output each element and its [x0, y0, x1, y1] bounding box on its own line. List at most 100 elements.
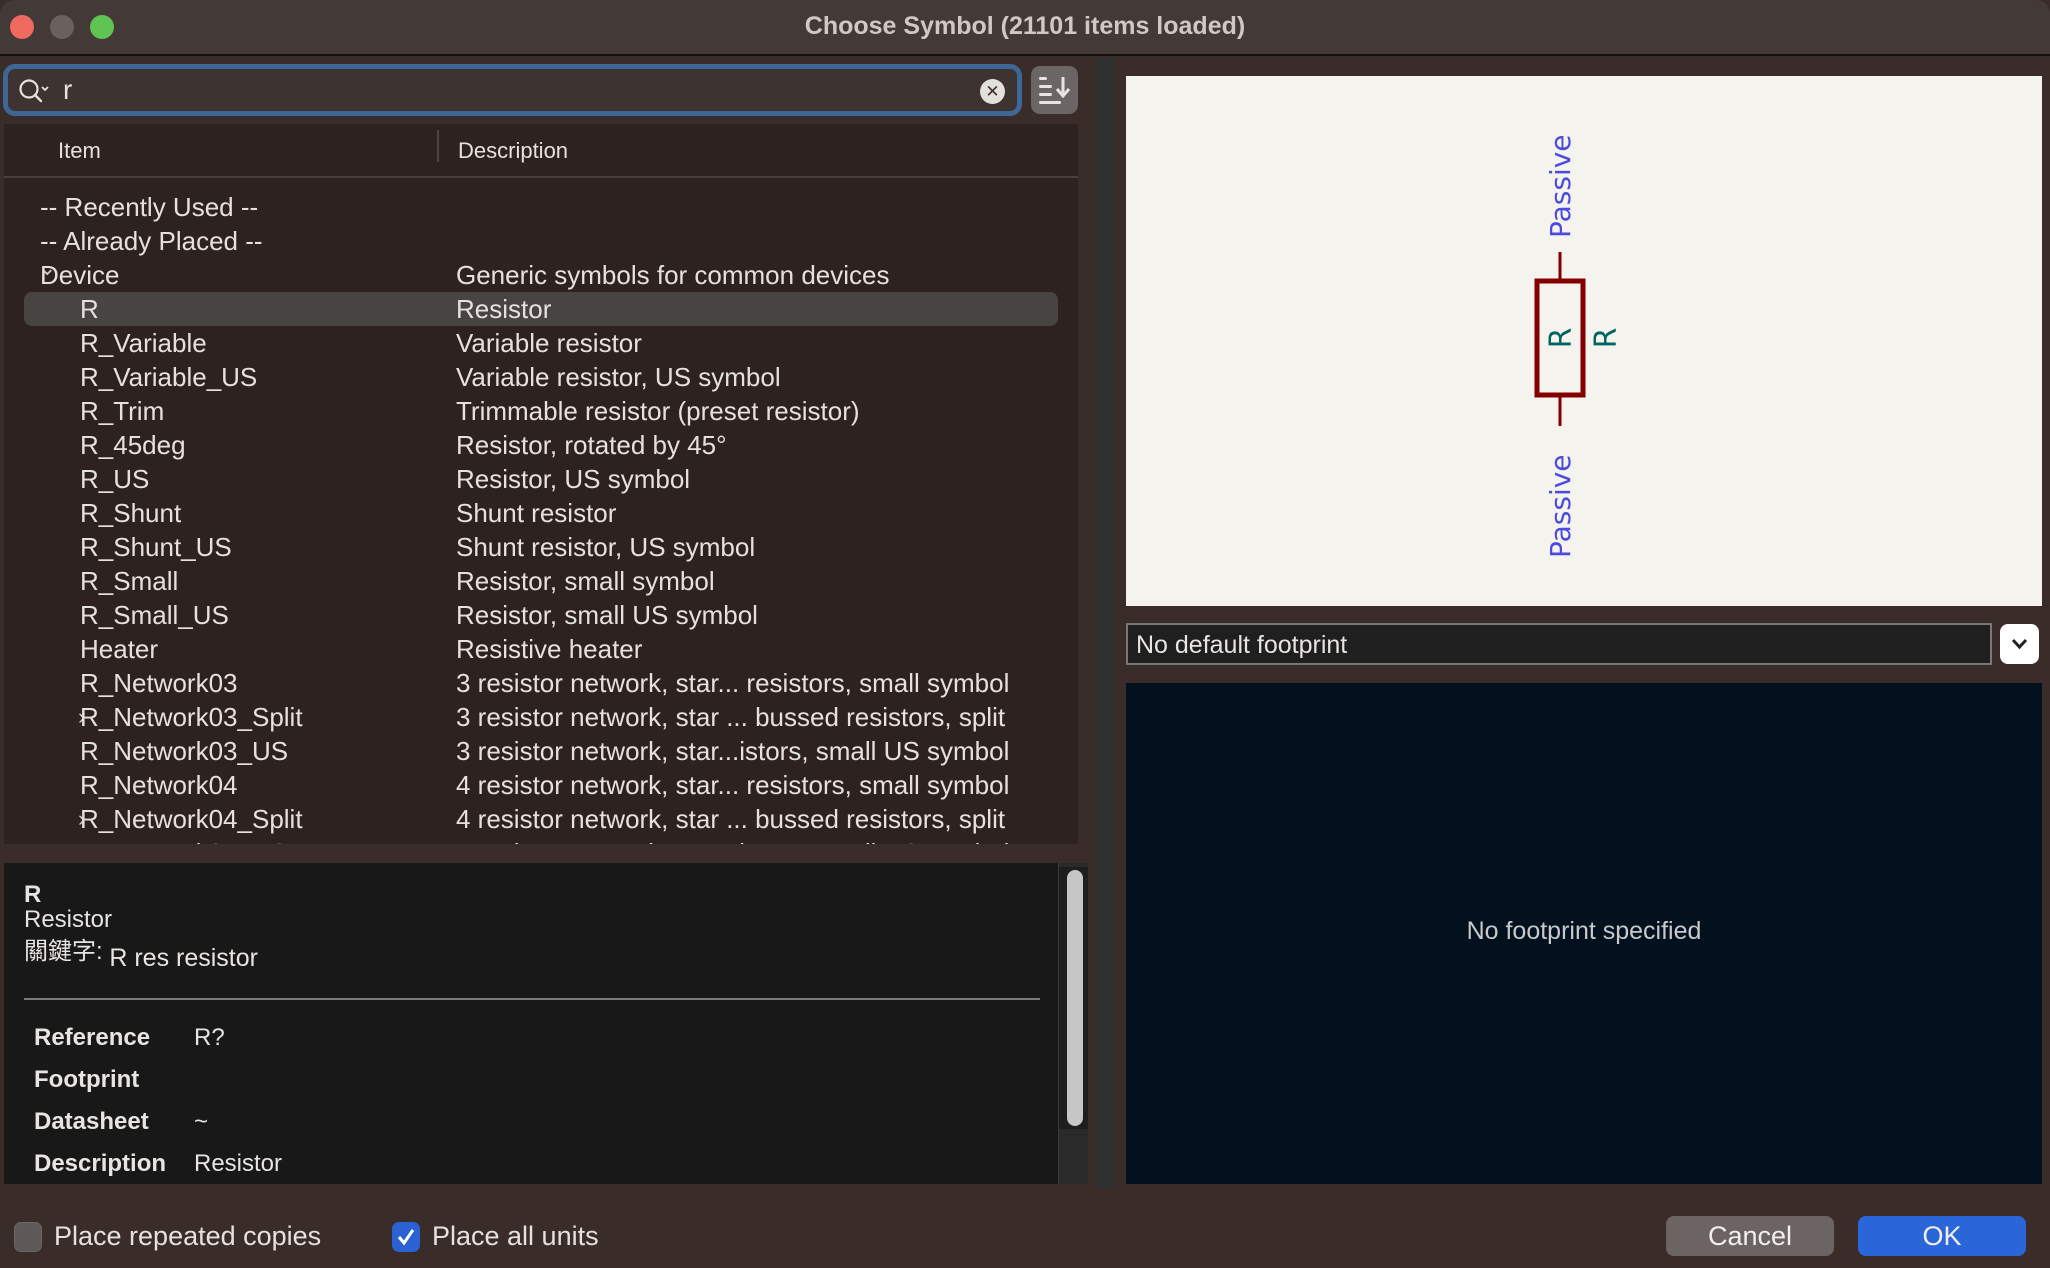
tree-row-item: R_Network03_US [80, 736, 289, 766]
keywords-value: R res resistor [109, 944, 258, 972]
tree-row-description: Resistor, small symbol [456, 566, 715, 596]
tree-row-description: Trimmable resistor (preset resistor) [456, 396, 860, 426]
resistor-symbol-canvas: Passive Passive R R [1534, 134, 1624, 558]
tree-row[interactable]: R_Trim Trimmable resistor (preset resisto… [24, 394, 1058, 428]
footprint-dropdown-button[interactable] [2000, 624, 2039, 664]
tree-row-item: R_Network04 [80, 770, 238, 800]
cancel-button[interactable]: Cancel [1666, 1216, 1834, 1256]
tree-row[interactable]: R_Network03_US 3 resistor network, star..… [24, 734, 1058, 768]
symbol-tree[interactable]: Item Description -- Recently Used -- -- A… [4, 124, 1078, 844]
tree-row-description: Resistor, rotated by 45° [456, 430, 727, 460]
title-bar: Choose Symbol (21101 items loaded) [0, 0, 2050, 56]
ok-button[interactable]: OK [1858, 1216, 2026, 1256]
column-divider[interactable] [437, 130, 439, 162]
tree-row-item: R [80, 294, 99, 324]
search-input[interactable] [63, 74, 963, 106]
choose-symbol-dialog: Choose Symbol (21101 items loaded) ✕ Ite… [0, 0, 2050, 1268]
panel-splitter[interactable] [1097, 58, 1115, 1188]
value-field-text: R [1544, 328, 1579, 349]
tree-row-item: R_Small [80, 566, 179, 596]
property-label: Footprint [34, 1066, 140, 1093]
tree-row-item: Heater [80, 634, 159, 664]
place-repeated-copies-label[interactable]: Place repeated copies [54, 1221, 321, 1252]
property-value: ~ [194, 1108, 209, 1135]
tree-row[interactable]: › R_Network04_Split 4 resistor network, st… [24, 802, 1058, 836]
tree-row-item: R_Network03_Split [80, 702, 303, 732]
sort-button[interactable] [1031, 66, 1078, 114]
tree-row-description: Resistor [456, 294, 552, 324]
tree-row-description: 3 resistor network, star... resistors, s… [456, 668, 1010, 698]
details-keywords: 關鍵字: R res resistor [24, 931, 258, 972]
tree-row-description: 4 resistor network, star ... bussed resi… [456, 804, 1006, 834]
tree-body: -- Recently Used -- -- Already Placed -- ⌄… [4, 180, 1078, 844]
place-all-units-label[interactable]: Place all units [432, 1221, 599, 1252]
tree-row-description: Generic symbols for common devices [456, 260, 890, 290]
sort-descending-icon [1039, 77, 1071, 104]
tree-row[interactable]: R_Network04_US 4 resistor network, star..… [24, 836, 1058, 844]
footprint-select-value: No default footprint [1136, 631, 1348, 659]
tree-row[interactable]: R_Variable Variable resistor [24, 326, 1058, 360]
search-field[interactable]: ✕ [3, 64, 1022, 116]
tree-row[interactable]: Heater Resistive heater [24, 632, 1058, 666]
property-value: Resistor [194, 1150, 283, 1177]
footprint-preview[interactable]: No footprint specified [1126, 683, 2042, 1184]
tree-row[interactable]: R_Small_US Resistor, small US symbol [24, 598, 1058, 632]
search-icon[interactable] [18, 78, 52, 104]
tree-row[interactable]: -- Recently Used -- [24, 190, 1058, 224]
tree-row[interactable]: R_Shunt Shunt resistor [24, 496, 1058, 530]
tree-row-item: -- Recently Used -- [40, 192, 259, 222]
tree-row[interactable]: ⌄ Device Generic symbols for common device… [24, 255, 1058, 292]
tree-row-description: Shunt resistor, US symbol [456, 532, 756, 562]
place-repeated-copies-checkbox[interactable] [14, 1222, 42, 1252]
column-header-description[interactable]: Description [458, 138, 568, 164]
reference-field-text: R [1589, 328, 1624, 349]
tree-row-item: R_Network03 [80, 668, 238, 698]
tree-row-item: R_Network04_Split [80, 804, 303, 834]
property-label: Datasheet [34, 1108, 149, 1135]
tree-row-description: Resistor, small US symbol [456, 600, 758, 630]
chevron-down-icon [2011, 638, 2028, 650]
tree-row-description: 4 resistor network, star...istors, small… [456, 836, 1009, 844]
details-divider [24, 998, 1040, 1000]
tree-row-description: Variable resistor [456, 328, 642, 358]
tree-row-description: 3 resistor network, star...istors, small… [456, 736, 1010, 766]
details-scrollbar-thumb[interactable] [1067, 870, 1083, 1126]
symbol-preview[interactable]: Passive Passive R R [1126, 76, 2042, 606]
tree-header: Item Description [4, 124, 1078, 178]
tree-row[interactable]: › R_Network03_Split 3 resistor network, st… [24, 700, 1058, 734]
tree-row-description: Shunt resistor [456, 498, 617, 528]
tree-row[interactable]: R_Network03 3 resistor network, star... r… [24, 666, 1058, 700]
tree-row-item: -- Already Placed -- [40, 226, 263, 256]
tree-row[interactable]: R_Small Resistor, small symbol [24, 564, 1058, 598]
property-value: R? [194, 1024, 225, 1051]
tree-row[interactable]: R_US Resistor, US symbol [24, 462, 1058, 496]
property-label: Reference [34, 1024, 151, 1051]
tree-row[interactable]: R_Network04 4 resistor network, star... r… [24, 768, 1058, 802]
tree-row-description: 3 resistor network, star ... bussed resi… [456, 702, 1006, 732]
tree-row-description: Variable resistor, US symbol [456, 362, 781, 392]
tree-row[interactable]: R_Shunt_US Shunt resistor, US symbol [24, 530, 1058, 564]
tree-row-item: R_Variable_US [80, 362, 258, 392]
tree-row-item: R_Shunt_US [80, 532, 232, 562]
pin-type-label-top: Passive [1544, 134, 1577, 238]
tree-row-item: R_Variable [80, 328, 207, 358]
clear-search-icon[interactable]: ✕ [980, 79, 1005, 104]
footprint-empty-message: No footprint specified [1466, 917, 1702, 945]
pin-type-label-bottom: Passive [1544, 454, 1577, 558]
tree-row[interactable]: R Resistor [24, 292, 1058, 326]
tree-row-item: R_45deg [80, 430, 186, 460]
place-all-units-checkbox[interactable] [392, 1222, 420, 1252]
details-scrollbar[interactable] [1058, 863, 1088, 1184]
tree-row-description: Resistor, US symbol [456, 464, 691, 494]
property-label: Description [34, 1150, 167, 1177]
details-symbol-description: Resistor [24, 906, 113, 933]
tree-row[interactable]: R_Variable_US Variable resistor, US symbo… [24, 360, 1058, 394]
window-title: Choose Symbol (21101 items loaded) [804, 12, 1246, 40]
column-header-item[interactable]: Item [58, 138, 101, 164]
footprint-select[interactable]: No default footprint [1126, 623, 1992, 665]
symbol-details: R Resistor 關鍵字: R res resistor Reference… [4, 863, 1058, 1184]
tree-row[interactable]: R_45deg Resistor, rotated by 45° [24, 428, 1058, 462]
tree-row-item: R_Trim [80, 396, 165, 426]
tree-row-item: R_Small_US [80, 600, 229, 630]
tree-row[interactable]: -- Already Placed -- [24, 224, 1058, 258]
